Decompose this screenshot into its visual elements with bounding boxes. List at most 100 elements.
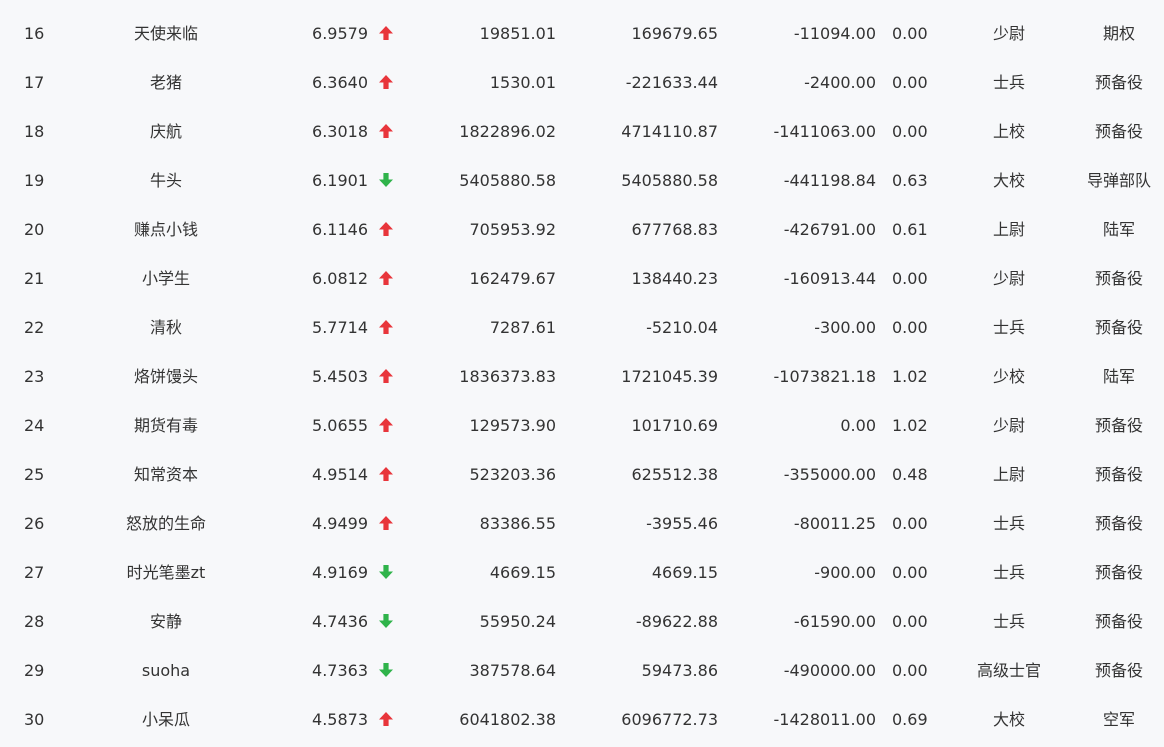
unit-name: 预备役 [1094,661,1143,680]
ratio-value: 0.61 [892,220,928,239]
withdraw-value: -160913.44 [783,269,876,288]
arrow-up-icon [379,271,393,285]
assets-value: 5405880.58 [459,171,556,190]
unit-name: 陆军 [1102,220,1135,239]
ratio-value: 1.02 [892,416,928,435]
trader-name: 期货有毒 [133,416,198,435]
table-row[interactable]: 28 安静 4.7436 55950.24 -89622.88 -61590.00 0.00… [0,597,1164,646]
table-row[interactable]: 25 知常资本 4.9514 523203.36 625512.38 -355000.00… [0,450,1164,499]
withdraw-value: -1073821.18 [773,367,876,386]
ratio-value: 0.00 [892,661,928,680]
ratio-value: 0.00 [892,563,928,582]
profit-value: 625512.38 [631,465,718,484]
score-value: 4.5873 [312,710,368,729]
ratio-value: 0.00 [892,122,928,141]
table-row[interactable]: 30 小呆瓜 4.5873 6041802.38 6096772.73 -1428011.… [0,695,1164,744]
trend-cell [376,205,396,254]
assets-value: 1822896.02 [459,122,556,141]
trader-name: 清秋 [149,318,182,337]
trader-name: 牛头 [149,171,182,190]
table-row[interactable]: 23 烙饼馒头 5.4503 1836373.83 1721045.39 -1073821… [0,352,1164,401]
score-value: 4.7436 [312,612,368,631]
trend-cell [376,401,396,450]
unit-name: 预备役 [1094,73,1143,92]
rank-title: 少校 [992,367,1025,386]
rank-cell: 28 [24,612,45,631]
trend-cell [376,303,396,352]
ratio-value: 0.00 [892,73,928,92]
trend-cell [376,597,396,646]
rank-title: 士兵 [992,514,1025,533]
table-row[interactable]: 17 老猪 6.3640 1530.01 -221633.44 -2400.00 0.00 士… [0,58,1164,107]
profit-value: 5405880.58 [621,171,718,190]
withdraw-value: -1428011.00 [773,710,876,729]
score-value: 6.0812 [312,269,368,288]
score-value: 5.7714 [312,318,368,337]
rank-cell: 22 [24,318,45,337]
withdraw-value: -1411063.00 [773,122,876,141]
withdraw-value: -2400.00 [804,73,876,92]
arrow-up-icon [379,369,393,383]
arrow-up-icon [379,124,393,138]
table-row[interactable]: 18 庆航 6.3018 1822896.02 4714110.87 -1411063.0… [0,107,1164,156]
ratio-value: 0.00 [892,318,928,337]
rank-cell: 23 [24,367,45,386]
table-row[interactable]: 19 牛头 6.1901 5405880.58 5405880.58 -441198.84… [0,156,1164,205]
table-row[interactable]: 20 赚点小钱 6.1146 705953.92 677768.83 -426791.00… [0,205,1164,254]
rank-cell: 17 [24,73,45,92]
unit-name: 预备役 [1094,269,1143,288]
rank-title: 大校 [992,710,1025,729]
table-row[interactable]: 24 期货有毒 5.0655 129573.90 101710.69 0.00 1.02 少尉… [0,401,1164,450]
trader-name: 天使来临 [133,24,198,43]
table-row[interactable]: 21 小学生 6.0812 162479.67 138440.23 -160913.44 0… [0,254,1164,303]
profit-value: 169679.65 [631,24,718,43]
rank-cell: 21 [24,269,45,288]
trend-cell [376,548,396,597]
withdraw-value: 0.00 [840,416,876,435]
trend-cell [376,254,396,303]
arrow-up-icon [379,26,393,40]
arrow-down-icon [379,565,393,579]
trend-cell [376,695,396,744]
ranking-table: 16 天使来临 6.9579 19851.01 169679.65 -11094.00 0.… [0,0,1164,747]
ratio-value: 0.00 [892,24,928,43]
withdraw-value: -441198.84 [783,171,876,190]
ratio-value: 0.48 [892,465,928,484]
assets-value: 705953.92 [469,220,556,239]
rank-cell: 20 [24,220,45,239]
assets-value: 6041802.38 [459,710,556,729]
ratio-value: 1.02 [892,367,928,386]
assets-value: 19851.01 [479,24,556,43]
unit-name: 预备役 [1094,416,1143,435]
arrow-up-icon [379,418,393,432]
rank-title: 上校 [992,122,1025,141]
score-value: 6.1146 [312,220,368,239]
unit-name: 陆军 [1102,367,1135,386]
profit-value: 138440.23 [631,269,718,288]
table-row[interactable]: 27 时光笔墨zt 4.9169 4669.15 4669.15 -900.00 0.00 士… [0,548,1164,597]
rank-cell: 30 [24,710,45,729]
rank-title: 高级士官 [976,661,1041,680]
profit-value: 1721045.39 [621,367,718,386]
table-row[interactable]: 16 天使来临 6.9579 19851.01 169679.65 -11094.00 0.… [0,9,1164,58]
rank-cell: 26 [24,514,45,533]
trend-cell [376,450,396,499]
score-value: 6.3640 [312,73,368,92]
score-value: 4.7363 [312,661,368,680]
assets-value: 129573.90 [469,416,556,435]
ratio-value: 0.69 [892,710,928,729]
rank-title: 少尉 [992,416,1025,435]
trader-name: 时光笔墨zt [126,563,206,582]
assets-value: 83386.55 [479,514,556,533]
table-row[interactable]: 29 suoha 4.7363 387578.64 59473.86 -490000.00… [0,646,1164,695]
rank-title: 少尉 [992,24,1025,43]
table-row[interactable]: 22 清秋 5.7714 7287.61 -5210.04 -300.00 0.00 士兵 预备… [0,303,1164,352]
trend-cell [376,646,396,695]
assets-value: 387578.64 [469,661,556,680]
withdraw-value: -355000.00 [783,465,876,484]
trader-name: 烙饼馒头 [133,367,198,386]
trader-name: 老猪 [149,73,182,92]
table-row[interactable]: 26 怒放的生命 4.9499 83386.55 -3955.46 -80011.25 0.… [0,499,1164,548]
trend-cell [376,499,396,548]
score-value: 4.9169 [312,563,368,582]
